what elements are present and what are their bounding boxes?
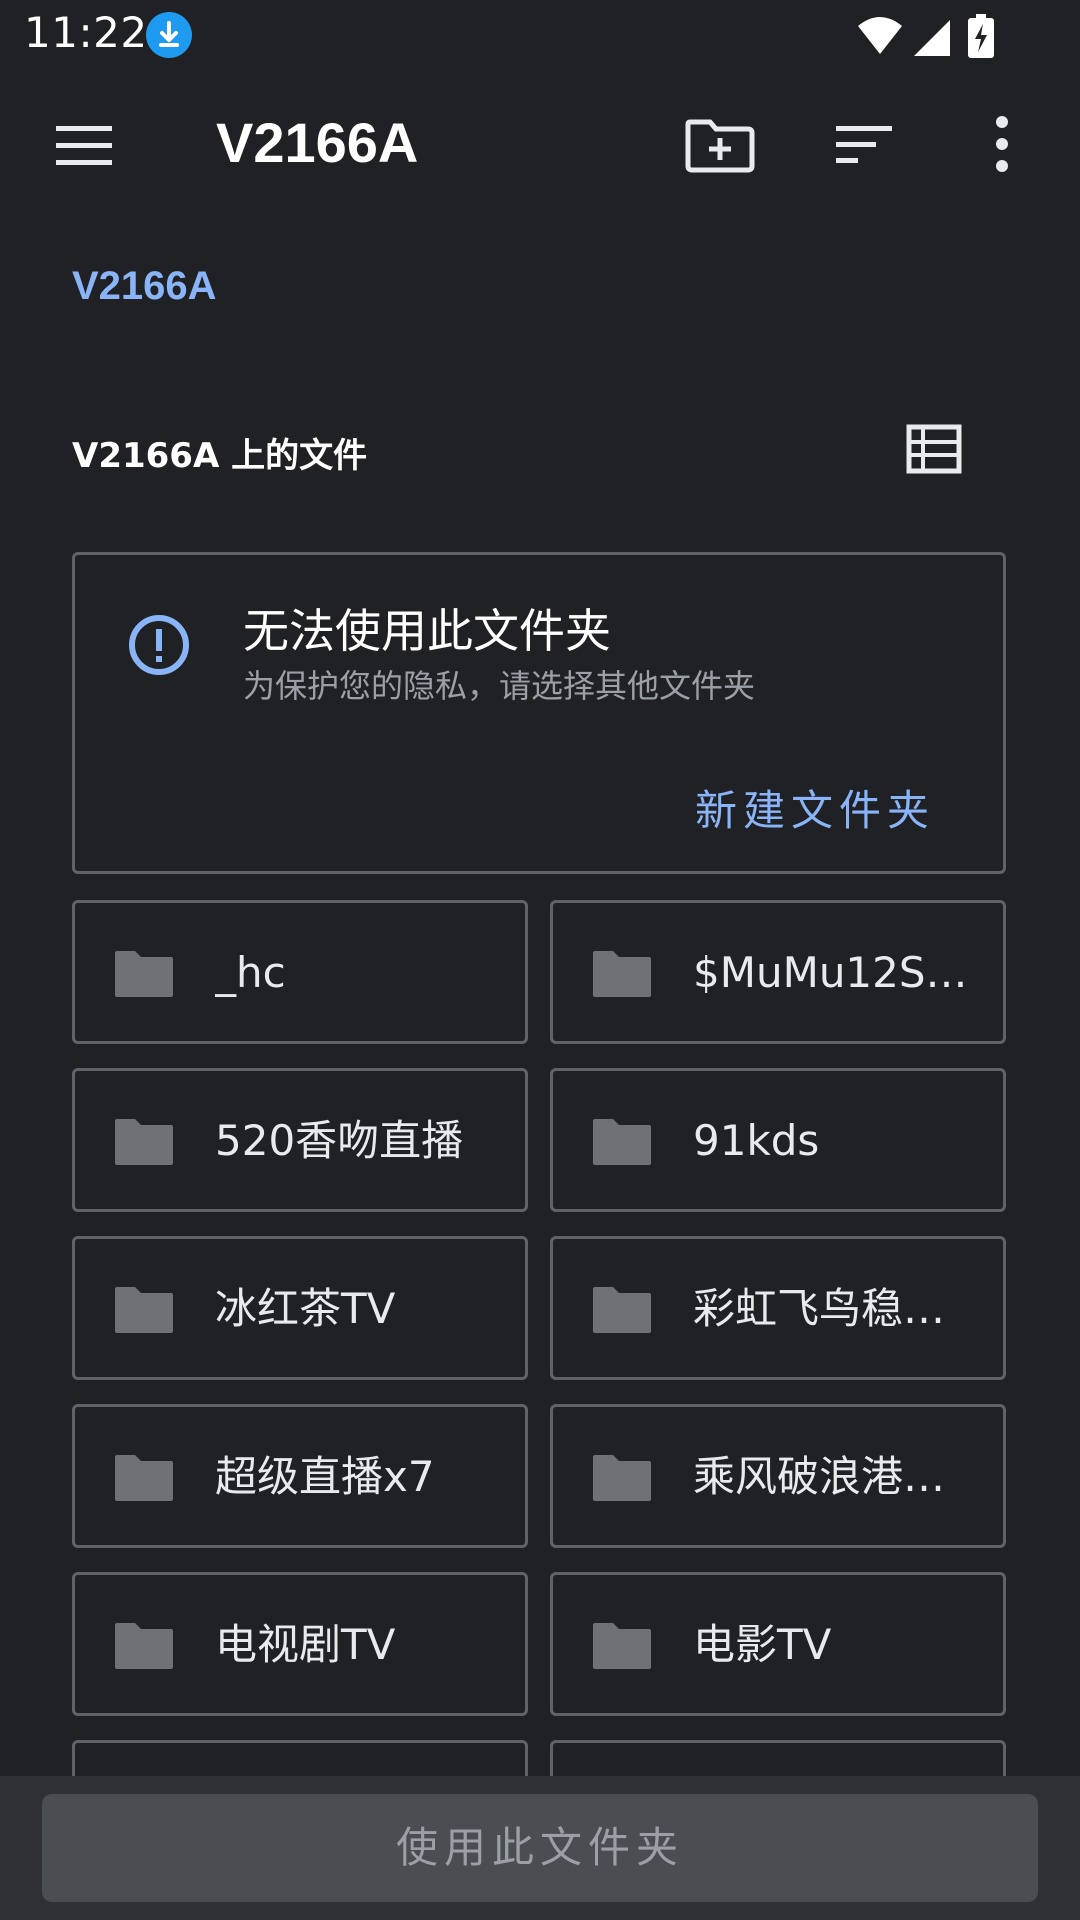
folder-name: 彩虹飞鸟稳… — [693, 1284, 946, 1333]
more-options-icon[interactable] — [980, 108, 1024, 180]
signal-icon — [914, 20, 950, 56]
use-this-folder-button[interactable]: 使用此文件夹 — [42, 1794, 1038, 1902]
status-time: 11:22 — [24, 8, 148, 57]
page-title: V2166A — [216, 111, 419, 174]
folder-item[interactable]: 乘风破浪港… — [550, 1404, 1006, 1548]
wifi-icon — [858, 17, 902, 54]
folder-icon — [591, 947, 653, 999]
folder-item[interactable] — [72, 1740, 528, 1780]
folder-icon — [591, 1451, 653, 1503]
folder-item[interactable]: $MuMu12Sh… — [550, 900, 1006, 1044]
folder-icon — [113, 1451, 175, 1503]
new-folder-icon[interactable] — [680, 108, 760, 180]
download-icon — [146, 12, 192, 58]
warning-subtitle: 为保护您的隐私，请选择其他文件夹 — [243, 667, 756, 705]
folder-item[interactable]: 520香吻直播 — [72, 1068, 528, 1212]
folder-icon — [113, 1115, 175, 1167]
menu-icon[interactable] — [48, 110, 120, 182]
status-bar: 11:22 — [0, 0, 1080, 72]
folder-icon — [591, 1115, 653, 1167]
battery-icon — [968, 14, 994, 58]
folder-name: 电影TV — [693, 1620, 832, 1669]
folder-item[interactable] — [550, 1740, 1006, 1780]
folder-name: 91kds — [693, 1116, 820, 1165]
folder-icon — [591, 1619, 653, 1671]
folder-name: _hc — [215, 948, 286, 997]
list-view-icon[interactable] — [906, 424, 962, 476]
section-title: V2166A 上的文件 — [72, 436, 368, 476]
folder-icon — [113, 1283, 175, 1335]
folder-item[interactable]: 彩虹飞鸟稳… — [550, 1236, 1006, 1380]
folder-item[interactable]: 电影TV — [550, 1572, 1006, 1716]
alert-icon — [127, 613, 191, 677]
warning-card: 无法使用此文件夹 为保护您的隐私，请选择其他文件夹 新建文件夹 — [72, 552, 1006, 874]
sort-icon[interactable] — [826, 108, 906, 180]
breadcrumb[interactable]: V2166A — [72, 264, 217, 309]
status-icons — [852, 12, 1002, 60]
folder-icon — [113, 1619, 175, 1671]
app-bar: V2166A — [0, 72, 1080, 216]
folder-item[interactable]: _hc — [72, 900, 528, 1044]
folder-icon — [591, 1283, 653, 1335]
folder-name: 超级直播x7 — [215, 1452, 435, 1501]
folder-item[interactable]: 冰红茶TV — [72, 1236, 528, 1380]
folder-item[interactable]: 电视剧TV — [72, 1572, 528, 1716]
folder-name: $MuMu12Sh… — [693, 948, 983, 997]
folder-item[interactable]: 91kds — [550, 1068, 1006, 1212]
folder-name: 冰红茶TV — [215, 1284, 396, 1333]
bottom-bar: 使用此文件夹 — [0, 1776, 1080, 1920]
folder-item[interactable]: 超级直播x7 — [72, 1404, 528, 1548]
folder-name: 乘风破浪港… — [693, 1452, 946, 1501]
folder-name: 520香吻直播 — [215, 1116, 464, 1165]
folder-grid: _hc $MuMu12Sh… 520香吻直播 91kds 冰红茶TV 彩虹飞鸟稳… — [72, 900, 1006, 1780]
warning-title: 无法使用此文件夹 — [243, 604, 611, 658]
create-new-folder-button[interactable]: 新建文件夹 — [695, 777, 935, 838]
folder-icon — [113, 947, 175, 999]
folder-name: 电视剧TV — [215, 1620, 396, 1669]
